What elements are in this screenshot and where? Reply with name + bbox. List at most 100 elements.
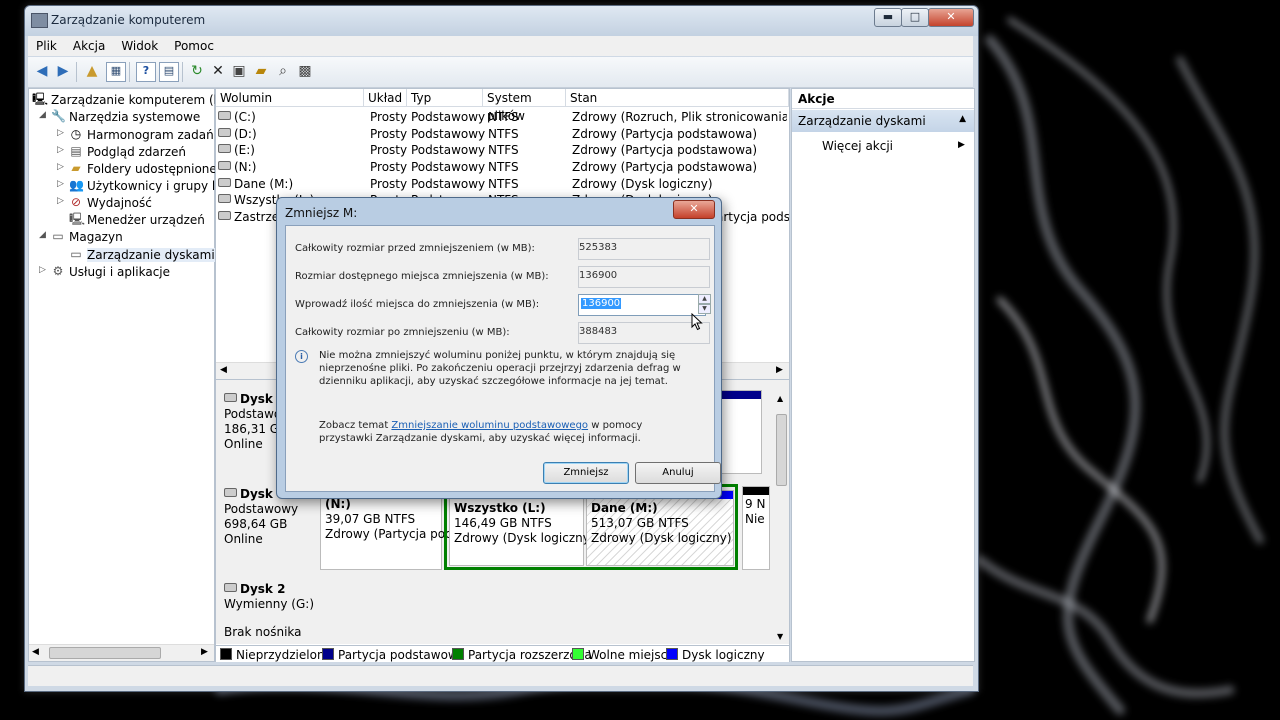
volume-type: Podstawowy bbox=[411, 110, 486, 124]
shrink-amount-spinner[interactable]: ▲ ▼ bbox=[698, 294, 711, 314]
title-bar: Zarządzanie komputerem ▬ □ ✕ bbox=[25, 6, 978, 36]
shrink-amount-input[interactable]: 136900 bbox=[578, 294, 706, 316]
help-link[interactable]: Zmniejszanie woluminu podstawowego bbox=[391, 420, 588, 431]
open-folder-icon[interactable]: ▰ bbox=[252, 62, 270, 80]
menu-action[interactable]: Akcja bbox=[65, 36, 113, 53]
partition-size: 146,49 GB NTFS bbox=[454, 516, 552, 530]
menu-bar: Plik Akcja Widok Pomoc bbox=[28, 36, 973, 56]
view-icon[interactable]: ▤ bbox=[159, 62, 179, 82]
legend-free: Wolne miejsce bbox=[572, 648, 675, 662]
menu-view[interactable]: Widok bbox=[113, 36, 166, 53]
search-icon[interactable]: ⌕ bbox=[274, 62, 292, 80]
console-tree: 🖳 Zarządzanie komputerem (loka ◢ 🔧 Narzę… bbox=[28, 88, 238, 662]
dialog-close-button[interactable]: ✕ bbox=[673, 200, 715, 219]
collapse-arrow-icon[interactable]: ◢ bbox=[39, 110, 49, 120]
volume-row[interactable]: (E:) Prosty Podstawowy NTFS Zdrowy (Part… bbox=[216, 142, 789, 158]
shrink-dialog: Zmniejsz M: ✕ Całkowity rozmiar przed zm… bbox=[276, 197, 722, 499]
tree-horizontal-scrollbar[interactable]: ◀ ▶ bbox=[29, 644, 214, 661]
disk-2-label[interactable]: Dysk 2 Wymienny (G:) Brak nośnika bbox=[216, 582, 316, 640]
actions-pane: Akcje Zarządzanie dyskami ▲ Więcej akcji… bbox=[791, 88, 975, 662]
volume-row[interactable]: (C:) Prosty Podstawowy NTFS Zdrowy (Rozr… bbox=[216, 109, 789, 125]
volume-fs: NTFS bbox=[488, 143, 519, 157]
tree-services-label: Usługi i aplikacje bbox=[69, 265, 171, 279]
unallocated-space[interactable]: 9 N Nie bbox=[742, 486, 770, 570]
legend-label: Dysk logiczny bbox=[682, 648, 765, 662]
legend-swatch bbox=[666, 648, 678, 660]
back-arrow-icon[interactable]: ◀ bbox=[33, 62, 51, 80]
partition-name: (N:) bbox=[325, 497, 351, 511]
tree-item-label: Użytkownicy i grupy lok bbox=[87, 179, 230, 193]
delete-icon[interactable]: ✕ bbox=[209, 62, 227, 80]
scroll-right-icon[interactable]: ▶ bbox=[201, 647, 208, 657]
help-icon[interactable]: ? bbox=[136, 62, 156, 82]
column-type[interactable]: Typ bbox=[407, 89, 483, 107]
volume-row[interactable]: (N:) Prosty Podstawowy NTFS Zdrowy (Part… bbox=[216, 159, 789, 175]
volume-status: Zdrowy (Rozruch, Plik stronicowania, Zrz… bbox=[572, 110, 787, 124]
scroll-thumb[interactable] bbox=[776, 414, 787, 486]
volume-layout: Prosty bbox=[370, 143, 408, 157]
up-folder-icon[interactable]: ▲ bbox=[83, 62, 101, 80]
close-button[interactable]: ✕ bbox=[928, 8, 974, 27]
expand-arrow-icon[interactable]: ▷ bbox=[57, 196, 67, 206]
settings-icon[interactable]: ▩ bbox=[296, 62, 314, 80]
toolbar-separator bbox=[182, 62, 183, 82]
expand-arrow-icon[interactable]: ▷ bbox=[57, 128, 67, 138]
partition-m[interactable]: Dane (M:) 513,07 GB NTFS Zdrowy (Dysk lo… bbox=[586, 490, 734, 566]
scroll-up-icon[interactable]: ▲ bbox=[777, 394, 783, 403]
volume-row[interactable]: Dane (M:) Prosty Podstawowy NTFS Zdrowy … bbox=[216, 176, 789, 192]
menu-file[interactable]: Plik bbox=[28, 36, 65, 53]
cancel-button[interactable]: Anuluj bbox=[635, 462, 721, 484]
scroll-down-icon[interactable]: ▼ bbox=[777, 632, 783, 641]
scroll-left-icon[interactable]: ◀ bbox=[220, 365, 227, 375]
expand-arrow-icon[interactable]: ▷ bbox=[57, 162, 67, 172]
scroll-right-icon[interactable]: ▶ bbox=[776, 365, 783, 375]
menu-help[interactable]: Pomoc bbox=[166, 36, 222, 53]
partition-state: Zdrowy (Dysk logiczny) bbox=[591, 531, 732, 545]
expand-arrow-icon[interactable]: ▷ bbox=[57, 179, 67, 189]
actions-section-disk-management[interactable]: Zarządzanie dyskami ▲ bbox=[792, 110, 974, 132]
tree-root-label: Zarządzanie komputerem (loka bbox=[51, 93, 239, 107]
forward-arrow-icon[interactable]: ▶ bbox=[54, 62, 72, 80]
spin-up-icon[interactable]: ▲ bbox=[698, 294, 711, 304]
partition-name: Wszystko (L:) bbox=[454, 501, 546, 515]
chevron-right-icon[interactable]: ▶ bbox=[958, 140, 965, 150]
disk-size bbox=[224, 612, 316, 625]
volume-status: Zdrowy (Partycja podstawowa) bbox=[572, 143, 758, 157]
partition-l[interactable]: Wszystko (L:) 146,49 GB NTFS Zdrowy (Dys… bbox=[449, 490, 595, 566]
column-volume[interactable]: Wolumin bbox=[216, 89, 364, 107]
column-layout[interactable]: Układ bbox=[364, 89, 407, 107]
scroll-left-icon[interactable]: ◀ bbox=[32, 647, 39, 657]
partition-state: Zdrowy (Partycja pods bbox=[325, 527, 459, 541]
collapse-arrow-icon[interactable]: ◢ bbox=[39, 230, 49, 240]
volume-row[interactable]: (D:) Prosty Podstawowy NTFS Zdrowy (Part… bbox=[216, 126, 789, 142]
volume-layout: Prosty bbox=[370, 160, 408, 174]
graph-vertical-scrollbar[interactable]: ▲ ▼ bbox=[774, 394, 788, 644]
shrink-button[interactable]: Zmniejsz bbox=[543, 462, 629, 484]
more-actions[interactable]: Więcej akcji bbox=[822, 139, 893, 153]
column-file-system[interactable]: System plików bbox=[483, 89, 566, 123]
collapse-arrow-icon[interactable]: ▲ bbox=[959, 114, 966, 124]
label-shrink-amount: Wprowadź ilość miejsca do zmniejszenia (… bbox=[295, 299, 540, 310]
drive-icon bbox=[218, 178, 231, 187]
drive-icon bbox=[218, 161, 231, 170]
disk-type: Podstawowy bbox=[224, 502, 299, 516]
volume-fs: NTFS bbox=[488, 160, 519, 174]
volume-name: (N:) bbox=[234, 160, 257, 174]
toolbar: ◀ ▶ ▲ ▦ ? ▤ ↻ ✕ ▣ ▰ ⌕ ▩ bbox=[28, 57, 973, 88]
show-hide-tree-icon[interactable]: ▦ bbox=[106, 62, 126, 82]
tree-disk-management-label: Zarządzanie dyskami bbox=[87, 248, 215, 262]
expand-arrow-icon[interactable]: ▷ bbox=[39, 265, 49, 275]
dialog-body: Całkowity rozmiar przed zmniejszeniem (w… bbox=[285, 225, 721, 492]
info-message: i Nie można zmniejszyć woluminu poniżej … bbox=[295, 349, 705, 388]
expand-arrow-icon[interactable]: ▷ bbox=[57, 145, 67, 155]
partition-size: 513,07 GB NTFS bbox=[591, 516, 689, 530]
minimize-button[interactable]: ▬ bbox=[874, 8, 902, 27]
maximize-button[interactable]: □ bbox=[901, 8, 929, 27]
properties-icon[interactable]: ▣ bbox=[230, 62, 248, 80]
refresh-icon[interactable]: ↻ bbox=[188, 62, 206, 80]
volume-type: Podstawowy bbox=[411, 143, 486, 157]
computer-icon: 🖳 bbox=[32, 92, 49, 106]
column-status[interactable]: Stan bbox=[566, 89, 789, 107]
scroll-thumb[interactable] bbox=[49, 647, 161, 659]
disk-icon bbox=[224, 393, 237, 402]
